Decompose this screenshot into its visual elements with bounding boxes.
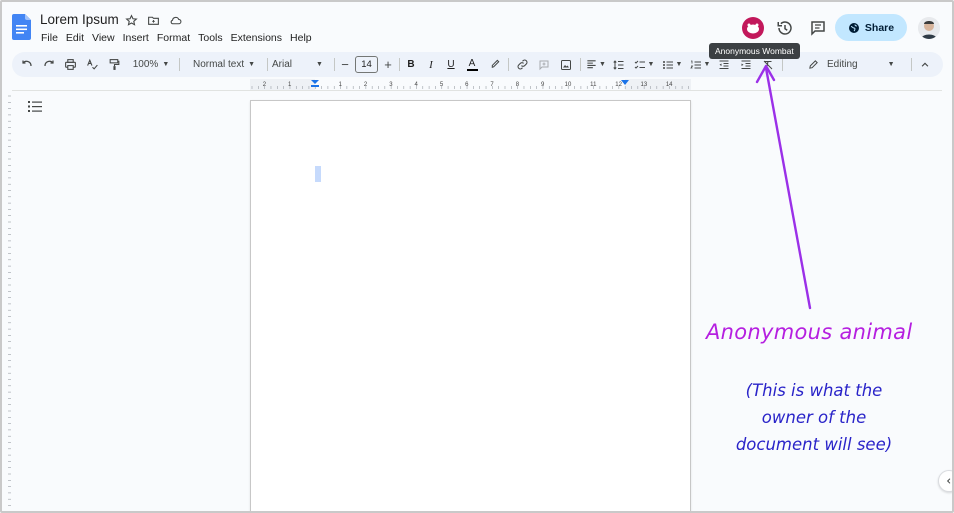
editing-mode-value: Editing [827,59,858,70]
insert-link-icon[interactable] [515,52,529,77]
collaborator-tooltip: Anonymous Wombat [709,43,800,59]
line-spacing-icon[interactable] [612,52,626,77]
globe-icon [848,22,859,33]
numbered-list-icon[interactable]: ▼ [689,52,711,77]
ruler-number: 7 [490,82,494,88]
formatting-toolbar: 100% ▼ Normal text ▼ Arial ▼ − 14 + B I U A [12,52,943,77]
caret-down-icon: ▼ [248,61,256,68]
app-window: Lorem Ipsum File Edit View Insert Format… [0,0,954,513]
title-bar: Lorem Ipsum File Edit View Insert Format… [2,2,952,50]
font-size-input[interactable]: 14 [355,56,378,73]
version-history-icon[interactable] [776,19,794,37]
anonymous-animal-avatar[interactable] [742,17,764,39]
checklist-icon[interactable]: ▼ [633,52,655,77]
annotation-line: owner of the [761,408,867,427]
document-outline-icon[interactable] [28,101,42,112]
ruler-number: 14 [666,82,673,88]
divider [179,58,180,71]
caret-down-icon: ▼ [887,61,895,68]
undo-icon[interactable] [20,52,34,77]
ruler-number: 3 [389,82,393,88]
font-value: Arial [272,59,293,70]
font-select[interactable]: Arial ▼ [272,52,330,77]
caret-down-icon: ▼ [316,61,323,68]
caret-down-icon: ▼ [703,61,711,68]
pencil-icon [809,60,818,69]
user-avatar[interactable] [918,17,940,39]
divider [580,58,581,71]
wombat-icon [747,23,759,34]
horizontal-ruler[interactable]: 21123456789101112131415 [250,79,691,90]
share-button[interactable]: Share [835,14,907,41]
ruler-number: 6 [465,82,469,88]
italic-icon[interactable]: I [425,52,437,77]
ruler-number: 2 [364,82,368,88]
ruler-divider [12,90,942,91]
comments-icon[interactable] [809,19,827,37]
annotation-line: document will see) [735,435,893,454]
divider [399,58,400,71]
ruler-number: 5 [440,82,444,88]
divider [911,58,912,71]
ruler-number: 8 [516,82,520,88]
print-icon[interactable] [63,52,78,77]
ruler-number: 13 [641,82,648,88]
bold-icon[interactable]: B [405,52,417,77]
underline-icon[interactable]: U [445,52,457,77]
insert-image-icon[interactable] [559,52,573,77]
paragraph-style-value: Normal text [192,59,245,70]
divider [508,58,509,71]
hide-menus-chevron-up-icon[interactable] [918,52,932,77]
zoom-value: 100% [132,59,159,70]
zoom-select[interactable]: 100% ▼ [129,52,173,77]
divider [334,58,335,71]
spellcheck-icon[interactable] [85,52,99,77]
editing-mode-select[interactable]: Editing ▼ [808,52,904,77]
share-label: Share [864,21,895,34]
caret-down-icon: ▼ [599,61,606,68]
ruler-number: 10 [565,82,572,88]
annotation-line: (This is what the [745,381,883,400]
ruler-number: 4 [415,82,419,88]
redo-icon[interactable] [42,52,56,77]
paint-format-icon[interactable] [107,52,121,77]
divider [782,58,783,71]
ruler-number: 11 [590,82,597,88]
caret-down-icon: ▼ [162,61,170,68]
text-color-icon[interactable]: A [465,52,479,77]
increase-font-size-icon[interactable]: + [382,52,394,77]
align-icon[interactable]: ▼ [585,52,607,77]
ruler-number: 1 [339,82,343,88]
add-comment-icon[interactable] [537,52,551,77]
document-page[interactable] [250,100,691,511]
vertical-ruler[interactable] [4,92,12,512]
ruler-number: 9 [541,82,545,88]
paragraph-style-select[interactable]: Normal text ▼ [186,52,262,77]
decrease-font-size-icon[interactable]: − [339,52,351,77]
ruler-number: 12 [615,82,622,88]
caret-down-icon: ▼ [647,61,655,68]
ruler-ticks: 21123456789101112131415 [250,79,691,90]
annotation-subtitle: (This is what the owner of the document … [716,377,912,458]
side-panel-toggle-chevron-left-icon[interactable] [938,470,952,492]
annotation-title: Anonymous animal [706,320,913,344]
divider [267,58,268,71]
text-cursor [315,166,321,182]
highlight-color-icon[interactable] [488,52,502,77]
bulleted-list-icon[interactable]: ▼ [661,52,683,77]
caret-down-icon: ▼ [675,61,683,68]
